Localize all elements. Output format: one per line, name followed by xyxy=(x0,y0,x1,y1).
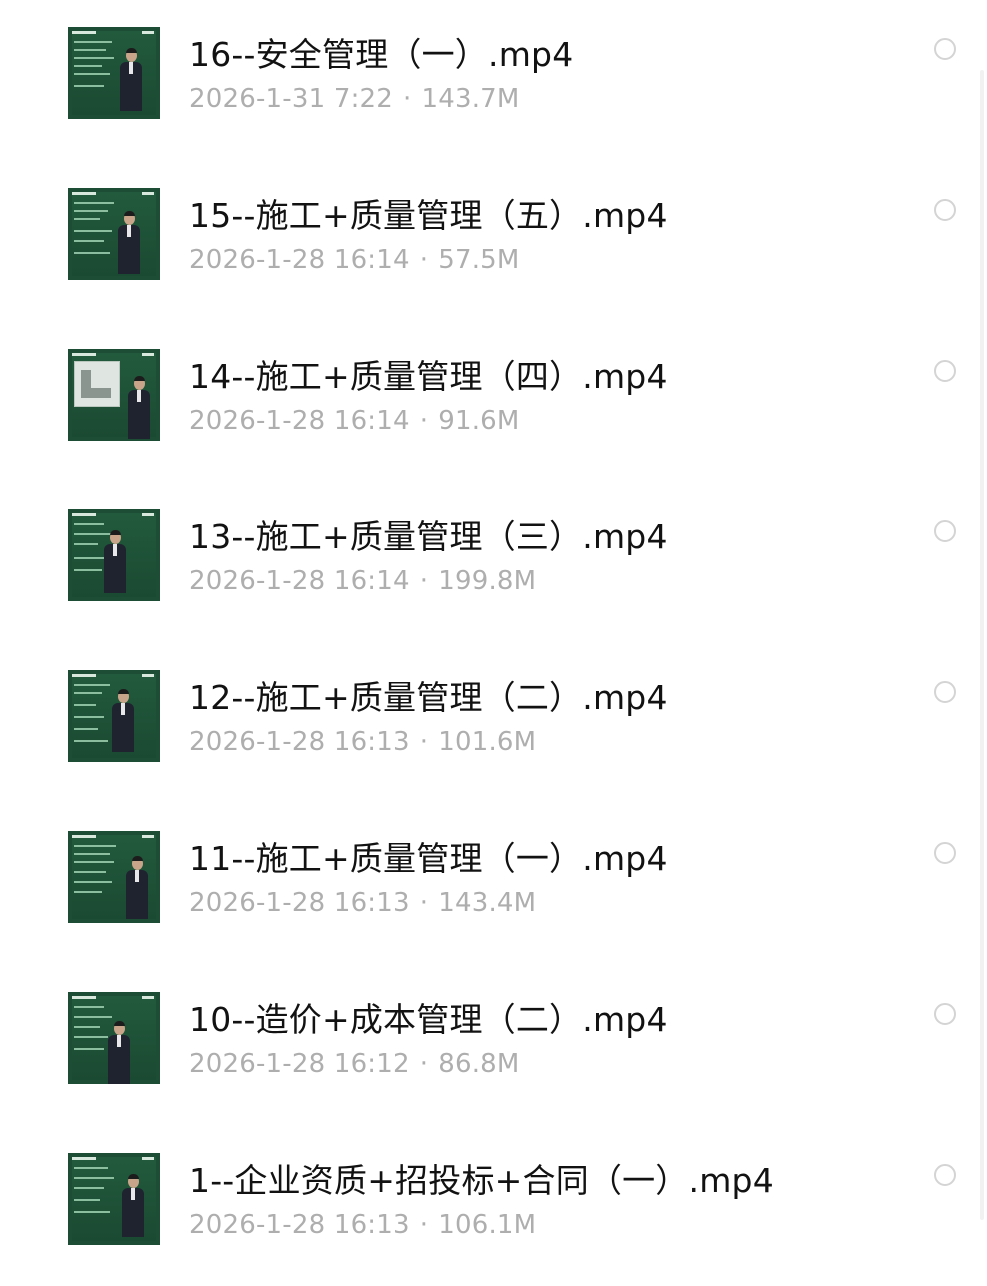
video-thumbnail xyxy=(68,27,160,119)
file-name: 11--施工+质量管理（一）.mp4 xyxy=(189,839,668,878)
file-meta: 2026-1-28 16:12 · 86.8M xyxy=(189,1049,520,1079)
radio-circle-icon[interactable] xyxy=(934,1164,956,1186)
file-date: 2026-1-28 16:13 xyxy=(189,727,410,757)
file-meta: 2026-1-28 16:13 · 143.4M xyxy=(189,888,536,918)
file-name: 10--造价+成本管理（二）.mp4 xyxy=(189,1000,668,1039)
file-date: 2026-1-31 7:22 xyxy=(189,84,394,114)
scrollbar[interactable] xyxy=(980,70,984,1220)
file-size: 143.7M xyxy=(421,84,520,114)
meta-separator: · xyxy=(419,566,429,596)
radio-circle-icon[interactable] xyxy=(934,842,956,864)
file-row[interactable]: 1--企业资质+招投标+合同（一）.mp4 2026-1-28 16:13 · 10… xyxy=(0,1126,987,1286)
video-thumbnail xyxy=(68,349,160,441)
meta-separator: · xyxy=(419,1049,429,1079)
file-date: 2026-1-28 16:13 xyxy=(189,1210,410,1240)
file-row[interactable]: 14--施工+质量管理（四）.mp4 2026-1-28 16:14 · 91.6M xyxy=(0,322,987,482)
file-row[interactable]: 16--安全管理（一）.mp4 2026-1-31 7:22 · 143.7M xyxy=(0,0,987,160)
file-size: 86.8M xyxy=(438,1049,520,1079)
radio-circle-icon[interactable] xyxy=(934,38,956,60)
video-thumbnail xyxy=(68,1153,160,1245)
meta-separator: · xyxy=(419,406,429,436)
file-size: 199.8M xyxy=(438,566,537,596)
meta-separator: · xyxy=(403,84,412,114)
file-name: 14--施工+质量管理（四）.mp4 xyxy=(189,357,668,396)
file-meta: 2026-1-31 7:22 · 143.7M xyxy=(189,84,520,114)
meta-separator: · xyxy=(419,1210,429,1240)
file-size: 57.5M xyxy=(438,245,520,275)
file-name: 13--施工+质量管理（三）.mp4 xyxy=(189,517,668,556)
video-thumbnail xyxy=(68,188,160,280)
file-row[interactable]: 15--施工+质量管理（五）.mp4 2026-1-28 16:14 · 57.5M xyxy=(0,161,987,321)
file-meta: 2026-1-28 16:13 · 106.1M xyxy=(189,1210,536,1240)
file-date: 2026-1-28 16:12 xyxy=(189,1049,410,1079)
meta-separator: · xyxy=(419,888,429,918)
file-date: 2026-1-28 16:14 xyxy=(189,566,410,596)
radio-circle-icon[interactable] xyxy=(934,360,956,382)
file-meta: 2026-1-28 16:13 · 101.6M xyxy=(189,727,536,757)
file-meta: 2026-1-28 16:14 · 91.6M xyxy=(189,406,520,436)
file-meta: 2026-1-28 16:14 · 199.8M xyxy=(189,566,536,596)
meta-separator: · xyxy=(419,727,429,757)
file-date: 2026-1-28 16:14 xyxy=(189,406,410,436)
file-size: 91.6M xyxy=(438,406,520,436)
file-list: 16--安全管理（一）.mp4 2026-1-31 7:22 · 143.7M 15… xyxy=(0,0,987,1280)
file-size: 101.6M xyxy=(438,727,537,757)
radio-circle-icon[interactable] xyxy=(934,520,956,542)
radio-circle-icon[interactable] xyxy=(934,681,956,703)
meta-separator: · xyxy=(419,245,429,275)
file-row[interactable]: 11--施工+质量管理（一）.mp4 2026-1-28 16:13 · 143.4… xyxy=(0,804,987,964)
file-date: 2026-1-28 16:13 xyxy=(189,888,410,918)
file-row[interactable]: 10--造价+成本管理（二）.mp4 2026-1-28 16:12 · 86.8M xyxy=(0,965,987,1125)
file-meta: 2026-1-28 16:14 · 57.5M xyxy=(189,245,520,275)
file-size: 143.4M xyxy=(438,888,537,918)
file-name: 1--企业资质+招投标+合同（一）.mp4 xyxy=(189,1161,774,1200)
file-name: 16--安全管理（一）.mp4 xyxy=(189,35,574,74)
file-size: 106.1M xyxy=(438,1210,537,1240)
file-name: 12--施工+质量管理（二）.mp4 xyxy=(189,678,668,717)
file-date: 2026-1-28 16:14 xyxy=(189,245,410,275)
radio-circle-icon[interactable] xyxy=(934,199,956,221)
video-thumbnail xyxy=(68,670,160,762)
file-row[interactable]: 13--施工+质量管理（三）.mp4 2026-1-28 16:14 · 199.8… xyxy=(0,482,987,642)
video-thumbnail xyxy=(68,509,160,601)
radio-circle-icon[interactable] xyxy=(934,1003,956,1025)
file-name: 15--施工+质量管理（五）.mp4 xyxy=(189,196,668,235)
video-thumbnail xyxy=(68,831,160,923)
video-thumbnail xyxy=(68,992,160,1084)
file-row[interactable]: 12--施工+质量管理（二）.mp4 2026-1-28 16:13 · 101.6… xyxy=(0,643,987,803)
